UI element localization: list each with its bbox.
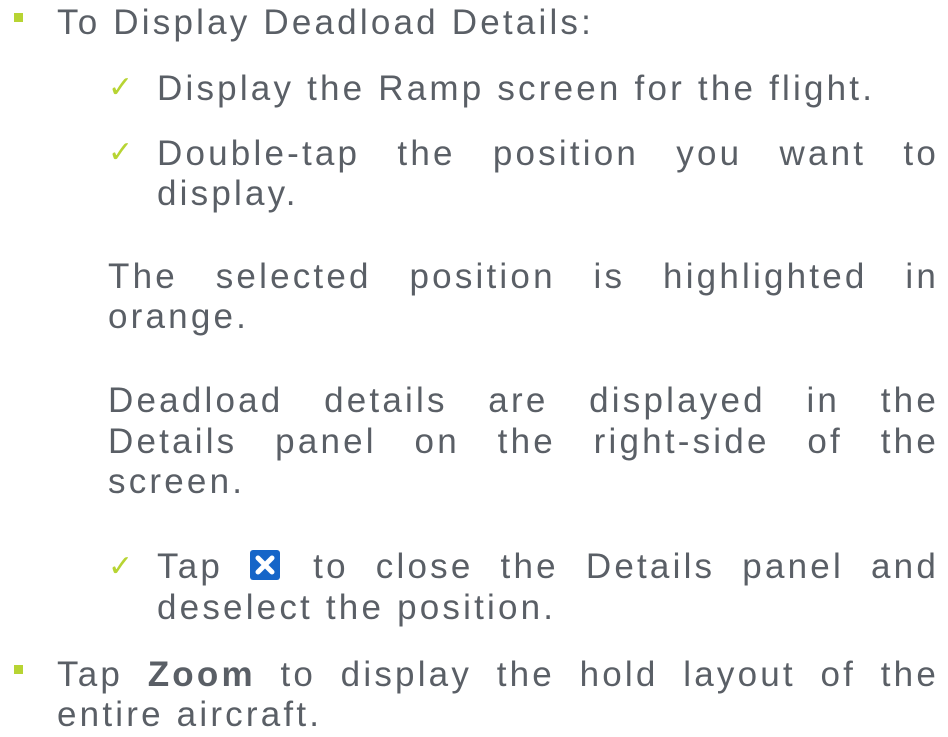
zoom-suffix: to display the hold layout of the <box>280 654 939 694</box>
note-highlighted-cont: orange. <box>108 297 250 337</box>
square-bullet-icon <box>14 13 23 23</box>
close-icon <box>250 550 281 581</box>
note-deadload-details-3: screen. <box>108 461 246 501</box>
zoom-prefix: Tap <box>57 654 124 694</box>
step-tap-close: Tap to close the Details panel and <box>157 545 939 589</box>
checkmark-icon: ✓ <box>108 549 134 583</box>
step-tap-suffix: to close the Details panel and <box>313 547 939 587</box>
step-tap-close-cont: deselect the position. <box>157 587 557 627</box>
bullet-zoom: Tap Zoom to display the hold layout of t… <box>57 653 939 697</box>
note-deadload-details: Deadload details are displayed in the <box>108 381 939 421</box>
step-tap-prefix: Tap <box>157 547 224 587</box>
step-double-tap: Double-tap the position you want to <box>157 134 939 174</box>
note-highlighted: The selected position is highlighted in <box>108 257 939 297</box>
bullet-zoom-cont: entire aircraft. <box>57 694 323 734</box>
step-display-ramp: Display the Ramp screen for the flight. <box>157 68 876 108</box>
checkmark-icon: ✓ <box>108 71 134 105</box>
note-deadload-details-2: Details panel on the right-side of the <box>108 421 939 461</box>
zoom-label: Zoom <box>147 654 256 694</box>
checkmark-icon: ✓ <box>108 136 134 170</box>
heading-display-deadload: To Display Deadload Details: <box>57 2 595 42</box>
step-double-tap-cont: display. <box>157 174 299 214</box>
square-bullet-icon <box>14 665 23 675</box>
